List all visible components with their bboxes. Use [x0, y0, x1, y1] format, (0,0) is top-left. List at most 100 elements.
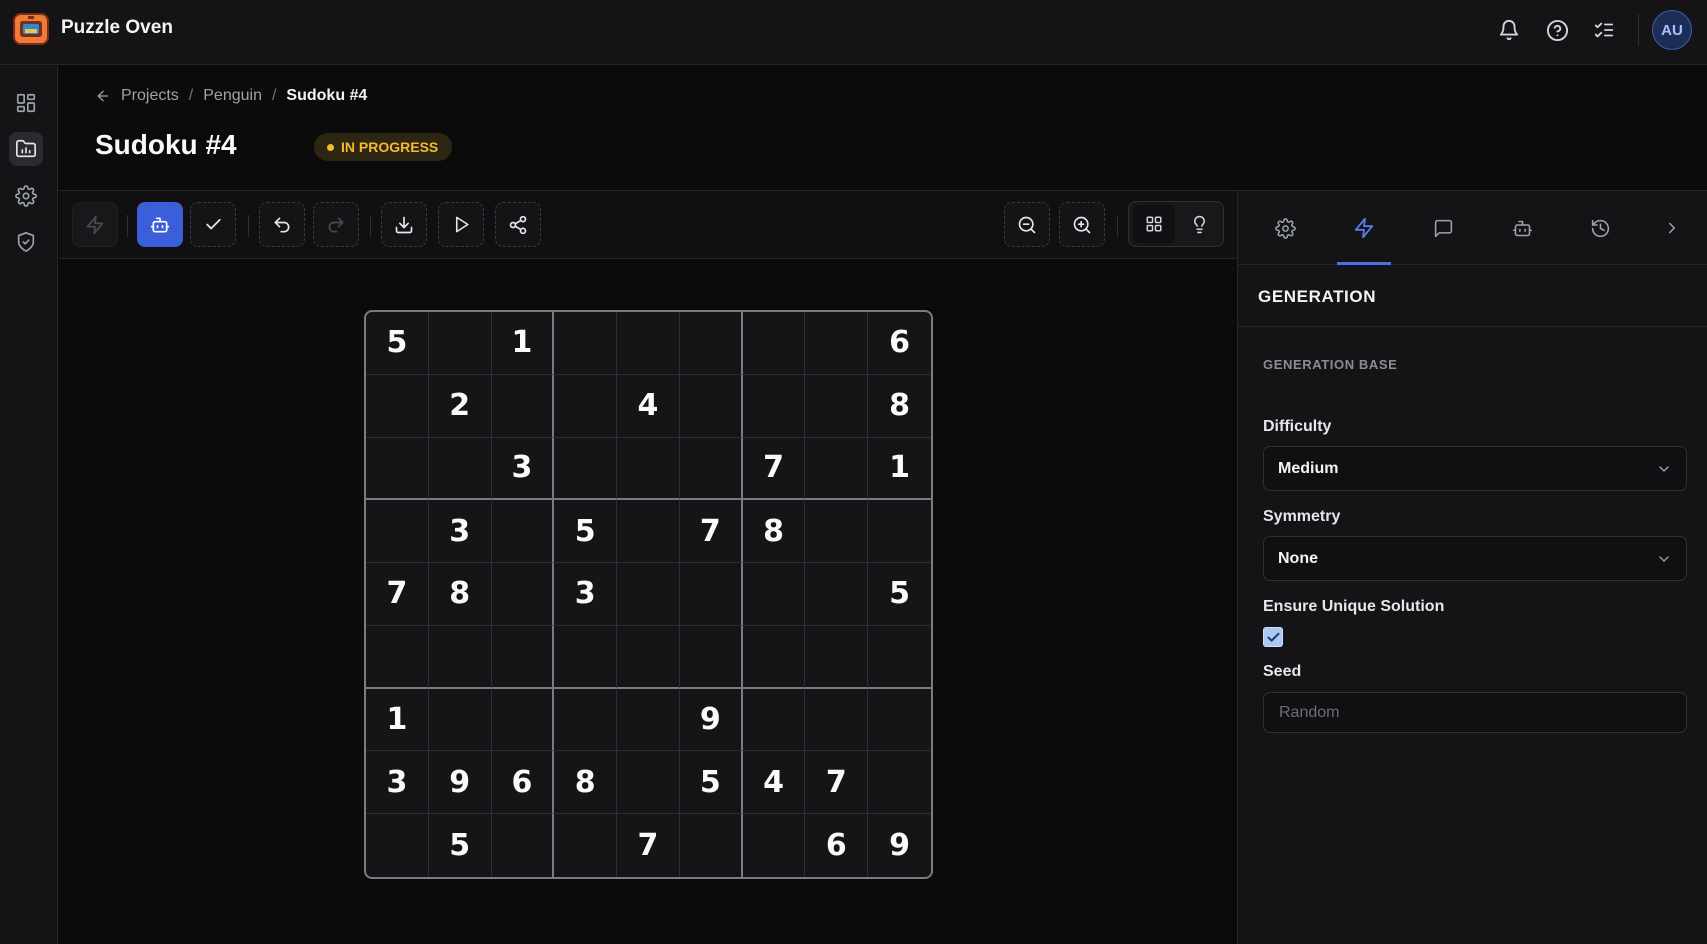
checklist-icon[interactable]	[1589, 15, 1619, 45]
sudoku-cell[interactable]	[805, 437, 869, 501]
sudoku-cell[interactable]	[366, 625, 429, 689]
sudoku-cell[interactable]: 6	[868, 312, 931, 375]
unique-solution-checkbox[interactable]	[1263, 627, 1283, 647]
sudoku-cell[interactable]	[366, 437, 429, 501]
sudoku-cell[interactable]	[868, 689, 931, 752]
sudoku-cell[interactable]	[743, 814, 806, 877]
sudoku-cell[interactable]	[679, 563, 743, 626]
shield-icon[interactable]	[9, 225, 43, 259]
sudoku-cell[interactable]	[366, 814, 429, 877]
sudoku-cell[interactable]: 8	[554, 751, 618, 815]
sudoku-cell[interactable]: 9	[679, 688, 743, 752]
sudoku-cell[interactable]	[428, 625, 492, 689]
tab-history[interactable]	[1573, 203, 1627, 253]
sudoku-cell[interactable]	[742, 688, 806, 752]
sudoku-cell[interactable]: 8	[742, 500, 806, 564]
sudoku-cell[interactable]	[491, 500, 555, 564]
sudoku-cell[interactable]: 3	[554, 563, 618, 626]
sudoku-cell[interactable]	[554, 312, 618, 375]
download-icon[interactable]	[381, 202, 427, 247]
sudoku-cell[interactable]: 3	[428, 500, 492, 564]
difficulty-select[interactable]: Medium	[1263, 446, 1687, 491]
sudoku-cell[interactable]	[617, 500, 680, 564]
sudoku-cell[interactable]	[554, 688, 618, 752]
sudoku-cell[interactable]	[554, 625, 618, 689]
play-icon[interactable]	[438, 202, 484, 247]
sudoku-cell[interactable]	[554, 437, 618, 501]
back-arrow-icon[interactable]	[95, 88, 111, 104]
sudoku-cell[interactable]: 5	[679, 751, 743, 815]
sudoku-cell[interactable]	[805, 374, 869, 438]
tab-assistant[interactable]	[1495, 203, 1549, 253]
sudoku-cell[interactable]: 4	[742, 751, 806, 815]
sudoku-cell[interactable]: 5	[366, 312, 429, 375]
settings-icon[interactable]	[9, 179, 43, 213]
sudoku-cell[interactable]	[679, 312, 743, 375]
sudoku-cell[interactable]	[679, 437, 743, 501]
sudoku-cell[interactable]	[742, 312, 806, 375]
undo-icon[interactable]	[259, 202, 305, 247]
bolt-icon[interactable]	[72, 202, 118, 247]
sudoku-cell[interactable]	[617, 751, 680, 815]
robot-icon[interactable]	[137, 202, 183, 247]
sudoku-cell[interactable]	[554, 814, 618, 877]
sudoku-cell[interactable]	[805, 312, 869, 375]
breadcrumb-penguin[interactable]: Penguin	[203, 87, 262, 105]
sudoku-cell[interactable]	[554, 374, 618, 438]
sudoku-cell[interactable]	[805, 500, 869, 564]
sudoku-cell[interactable]	[617, 312, 680, 375]
tab-comments[interactable]	[1416, 203, 1470, 253]
sudoku-cell[interactable]	[805, 688, 869, 752]
sudoku-cell[interactable]: 6	[491, 751, 555, 815]
sudoku-cell[interactable]	[491, 625, 555, 689]
sudoku-cell[interactable]	[617, 437, 680, 501]
symmetry-select[interactable]: None	[1263, 536, 1687, 581]
dashboard-icon[interactable]	[9, 86, 43, 120]
sudoku-cell[interactable]	[491, 688, 555, 752]
sudoku-cell[interactable]	[428, 437, 492, 501]
sudoku-cell[interactable]: 4	[617, 374, 680, 438]
sudoku-cell[interactable]: 7	[366, 563, 429, 626]
sudoku-cell[interactable]: 8	[428, 563, 492, 626]
sudoku-cell[interactable]	[366, 500, 429, 564]
sudoku-cell[interactable]	[491, 374, 555, 438]
sudoku-cell[interactable]: 1	[868, 438, 931, 501]
hint-icon[interactable]	[1178, 205, 1220, 243]
sudoku-cell[interactable]	[742, 625, 806, 689]
sudoku-cell[interactable]: 7	[617, 814, 680, 877]
redo-icon[interactable]	[313, 202, 359, 247]
breadcrumb-projects[interactable]: Projects	[121, 87, 179, 105]
sudoku-cell[interactable]	[868, 751, 931, 815]
sudoku-cell[interactable]: 5	[429, 814, 492, 877]
sudoku-cell[interactable]: 5	[868, 563, 931, 626]
help-icon[interactable]	[1542, 15, 1572, 45]
app-logo[interactable]	[13, 13, 49, 45]
sudoku-cell[interactable]	[617, 625, 680, 689]
sudoku-cell[interactable]: 3	[491, 437, 555, 501]
sudoku-cell[interactable]	[617, 563, 680, 626]
bell-icon[interactable]	[1494, 15, 1524, 45]
avatar[interactable]: AU	[1652, 10, 1692, 50]
sudoku-cell[interactable]: 8	[868, 375, 931, 438]
sudoku-cell[interactable]: 5	[554, 500, 618, 564]
share-icon[interactable]	[495, 202, 541, 247]
sudoku-cell[interactable]: 1	[366, 688, 429, 752]
sudoku-cell[interactable]: 3	[366, 751, 429, 815]
seed-input[interactable]	[1263, 692, 1687, 733]
sudoku-cell[interactable]: 2	[428, 374, 492, 438]
sudoku-cell[interactable]	[491, 563, 555, 626]
sudoku-cell[interactable]: 9	[428, 751, 492, 815]
sudoku-cell[interactable]	[805, 563, 869, 626]
sudoku-cell[interactable]	[617, 688, 680, 752]
sudoku-cell[interactable]	[679, 625, 743, 689]
sudoku-cell[interactable]	[868, 626, 931, 689]
check-icon[interactable]	[190, 202, 236, 247]
sudoku-cell[interactable]	[492, 814, 555, 877]
tab-more[interactable]	[1645, 203, 1699, 253]
sudoku-cell[interactable]	[679, 374, 743, 438]
sudoku-cell[interactable]: 1	[491, 312, 555, 375]
sudoku-cell[interactable]: 7	[679, 500, 743, 564]
sudoku-cell[interactable]	[680, 814, 743, 877]
projects-icon[interactable]	[9, 132, 43, 166]
grid-view-icon[interactable]	[1133, 205, 1175, 243]
